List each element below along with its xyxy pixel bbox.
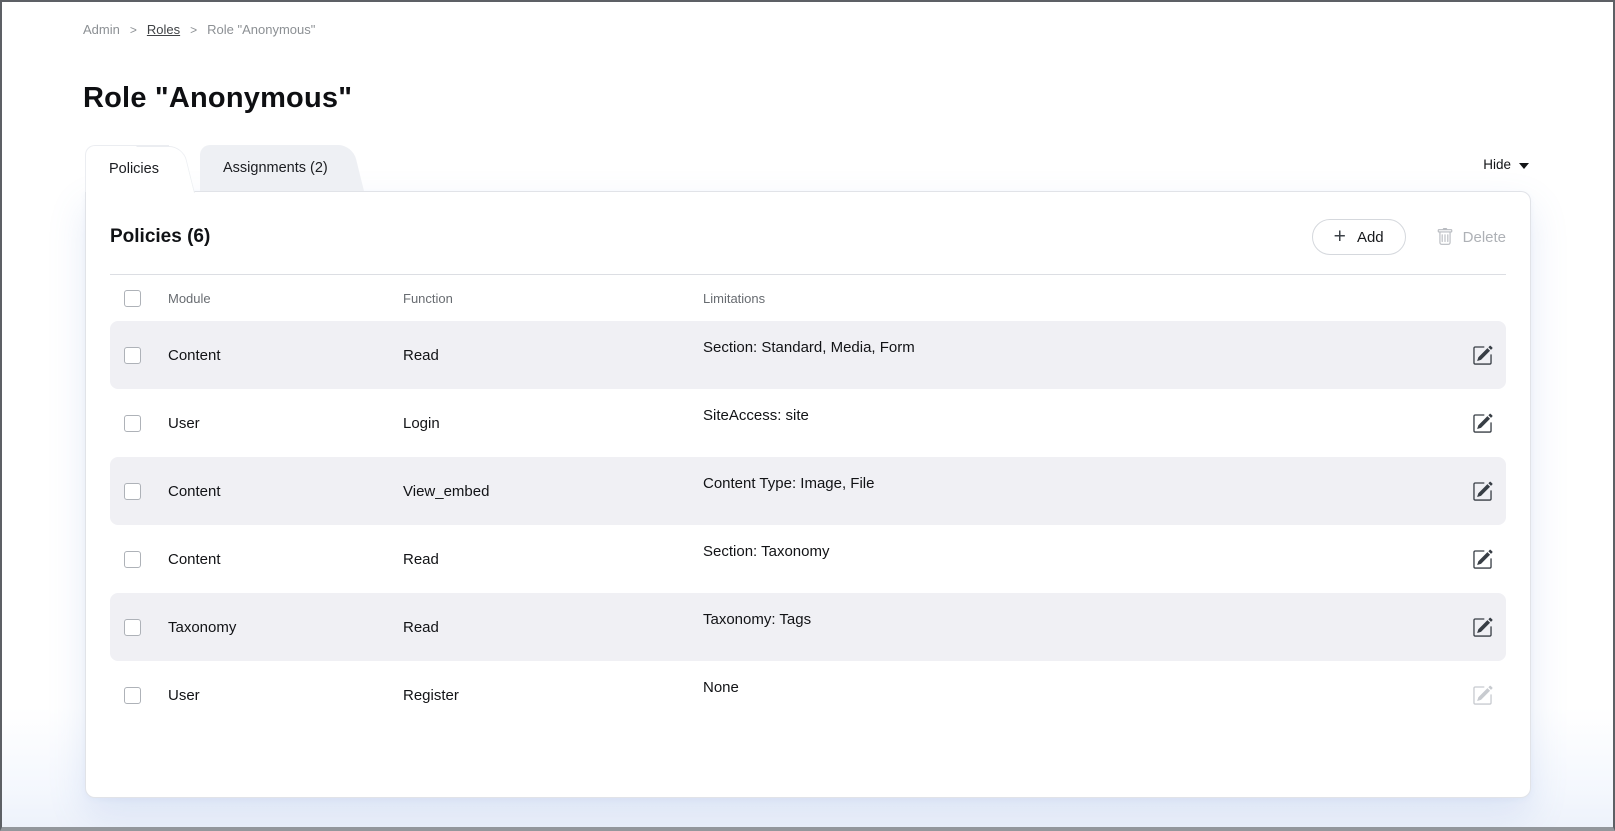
tab-assignments[interactable]: Assignments (2) — [200, 145, 338, 191]
cell-module: Content — [168, 483, 403, 500]
edit-icon — [1472, 413, 1493, 434]
table-header: Module Function Limitations — [110, 275, 1506, 321]
row-checkbox[interactable] — [124, 619, 141, 636]
cell-module: User — [168, 687, 403, 704]
table-row: Content Read Section: Taxonomy — [110, 525, 1506, 593]
cell-limitations: None — [703, 679, 739, 696]
row-checkbox[interactable] — [124, 483, 141, 500]
cell-limitations: Section: Standard, Media, Form — [703, 339, 915, 356]
column-header-module: Module — [168, 291, 403, 306]
delete-button-label: Delete — [1463, 229, 1506, 246]
row-checkbox[interactable] — [124, 415, 141, 432]
policies-panel: Policies (6) + Add Delete — [85, 191, 1531, 798]
edit-icon — [1472, 549, 1493, 570]
tab-policies[interactable]: Policies — [85, 145, 169, 192]
cell-module: User — [168, 415, 403, 432]
column-header-limitations: Limitations — [703, 291, 1458, 306]
cell-module: Taxonomy — [168, 619, 403, 636]
policies-table: Content Read Section: Standard, Media, F… — [110, 321, 1506, 729]
breadcrumb-item-admin[interactable]: Admin — [83, 22, 120, 37]
cell-limitations: Content Type: Image, File — [703, 475, 874, 492]
edit-policy-button[interactable] — [1458, 345, 1506, 366]
cell-function: Read — [403, 551, 703, 568]
row-checkbox[interactable] — [124, 551, 141, 568]
tab-bar: Policies Assignments (2) Hide — [85, 145, 1531, 191]
table-row: Taxonomy Read Taxonomy: Tags — [110, 593, 1506, 661]
trash-icon — [1436, 228, 1454, 246]
table-row: User Register None — [110, 661, 1506, 729]
add-button-label: Add — [1357, 229, 1384, 246]
cell-function: View_embed — [403, 483, 703, 500]
edit-policy-button[interactable] — [1458, 549, 1506, 570]
edit-icon — [1472, 345, 1493, 366]
cell-function: Register — [403, 687, 703, 704]
delete-policy-button[interactable]: Delete — [1436, 228, 1506, 246]
table-row: Content Read Section: Standard, Media, F… — [110, 321, 1506, 389]
breadcrumb-item-roles[interactable]: Roles — [147, 22, 180, 37]
breadcrumb: Admin > Roles > Role "Anonymous" — [83, 22, 315, 37]
row-checkbox[interactable] — [124, 687, 141, 704]
cell-function: Login — [403, 415, 703, 432]
hide-toggle-label: Hide — [1483, 157, 1511, 172]
edit-icon — [1472, 617, 1493, 638]
hide-toggle[interactable]: Hide — [1483, 157, 1529, 172]
cell-limitations: Section: Taxonomy — [703, 543, 829, 560]
table-row: User Login SiteAccess: site — [110, 389, 1506, 457]
panel-heading: Policies (6) — [110, 226, 210, 248]
plus-icon: + — [1334, 226, 1346, 247]
edit-policy-button[interactable] — [1458, 481, 1506, 502]
cell-function: Read — [403, 619, 703, 636]
page-title: Role "Anonymous" — [83, 82, 352, 115]
breadcrumb-separator-icon: > — [190, 23, 197, 37]
panel-actions: + Add Delete — [1312, 219, 1506, 255]
edit-icon — [1472, 481, 1493, 502]
cell-limitations: SiteAccess: site — [703, 407, 809, 424]
add-policy-button[interactable]: + Add — [1312, 219, 1406, 255]
cell-function: Read — [403, 347, 703, 364]
edit-policy-button[interactable] — [1458, 617, 1506, 638]
breadcrumb-item-current: Role "Anonymous" — [207, 22, 315, 37]
table-row: Content View_embed Content Type: Image, … — [110, 457, 1506, 525]
main-content: Policies Assignments (2) Hide Policies (… — [85, 145, 1531, 798]
panel-header: Policies (6) + Add Delete — [86, 192, 1530, 274]
edit-icon — [1472, 685, 1493, 706]
select-all-checkbox[interactable] — [124, 290, 141, 307]
cell-limitations: Taxonomy: Tags — [703, 611, 811, 628]
column-header-function: Function — [403, 291, 703, 306]
cell-module: Content — [168, 347, 403, 364]
app-window: Admin > Roles > Role "Anonymous" Role "A… — [0, 0, 1615, 831]
edit-policy-button — [1458, 685, 1506, 706]
cell-module: Content — [168, 551, 403, 568]
caret-down-icon — [1519, 163, 1529, 169]
edit-policy-button[interactable] — [1458, 413, 1506, 434]
row-checkbox[interactable] — [124, 347, 141, 364]
breadcrumb-separator-icon: > — [130, 23, 137, 37]
